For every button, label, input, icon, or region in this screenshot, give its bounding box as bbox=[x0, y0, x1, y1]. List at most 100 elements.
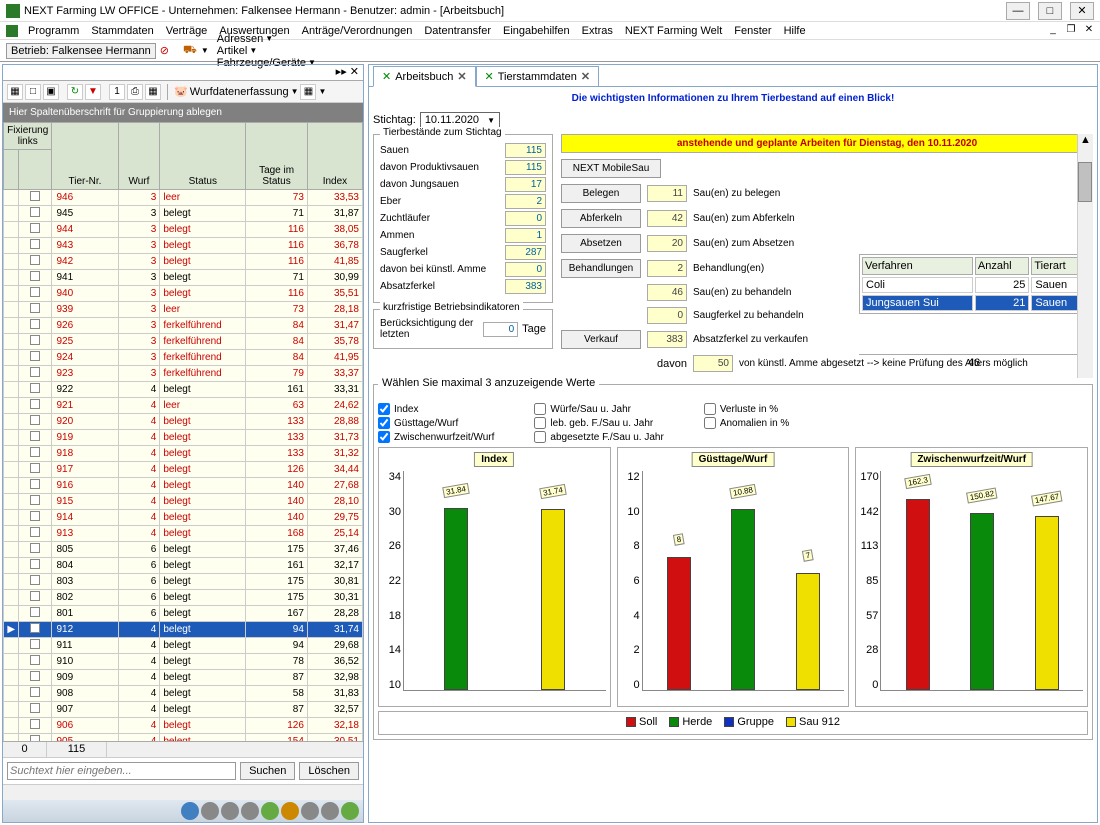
status-icon[interactable] bbox=[301, 802, 319, 820]
col-status[interactable]: Status bbox=[160, 123, 246, 190]
table-row[interactable]: 9104belegt7836,52 bbox=[4, 654, 363, 670]
action-Belegen[interactable]: Belegen bbox=[561, 184, 641, 203]
tb-btn-3[interactable]: ▣ bbox=[43, 84, 59, 100]
table-row[interactable]: 9433belegt11636,78 bbox=[4, 238, 363, 254]
table-row[interactable]: 9174belegt12634,44 bbox=[4, 462, 363, 478]
table-row[interactable]: 9443belegt11638,05 bbox=[4, 222, 363, 238]
status-icon[interactable] bbox=[341, 802, 359, 820]
table-row[interactable]: ▶ 9124belegt9431,74 bbox=[4, 622, 363, 638]
mdi-close-icon[interactable]: ✕ bbox=[1082, 24, 1096, 38]
export-icon[interactable]: ▦ bbox=[145, 84, 161, 100]
check-leb. geb. F./Sau u. Jahr[interactable]: leb. geb. F./Sau u. Jahr bbox=[534, 417, 663, 429]
dropdown-icon[interactable]: ▼ bbox=[318, 87, 326, 96]
v-scrollbar[interactable]: ▲ bbox=[1077, 134, 1093, 378]
check-Würfe/Sau u. Jahr[interactable]: Würfe/Sau u. Jahr bbox=[534, 403, 663, 415]
table-row[interactable]: 9094belegt8732,98 bbox=[4, 670, 363, 686]
check-Zwischenwurfzeit/Wurf[interactable]: Zwischenwurfzeit/Wurf bbox=[378, 431, 494, 443]
table-row[interactable]: 9204belegt13328,88 bbox=[4, 414, 363, 430]
col-tier[interactable]: Tier-Nr. bbox=[52, 123, 118, 190]
minimize-button[interactable]: — bbox=[1006, 2, 1030, 20]
col-tage[interactable]: Tage im Status bbox=[246, 123, 308, 190]
menu-Extras[interactable]: Extras bbox=[576, 24, 619, 38]
mdi-restore-icon[interactable]: ❐ bbox=[1064, 24, 1078, 38]
collapse-icon[interactable]: ▸▸ ✕ bbox=[336, 66, 359, 78]
status-icon[interactable] bbox=[221, 802, 239, 820]
table-row[interactable]: 9074belegt8732,57 bbox=[4, 702, 363, 718]
dropdown-icon[interactable]: ▼ bbox=[201, 46, 209, 55]
tb-btn-6[interactable]: 1 bbox=[109, 84, 125, 100]
tab-tierstammdaten[interactable]: ✕Tierstammdaten✕ bbox=[476, 66, 600, 86]
close-icon[interactable]: ✕ bbox=[581, 70, 590, 83]
table-row[interactable]: 9214leer6324,62 bbox=[4, 398, 363, 414]
clear-button[interactable]: Löschen bbox=[299, 762, 359, 780]
cancel-icon[interactable]: ⊘ bbox=[160, 44, 169, 57]
search-button[interactable]: Suchen bbox=[240, 762, 295, 780]
check-Anomalien in %[interactable]: Anomalien in % bbox=[704, 417, 789, 429]
check-Güsttage/Wurf[interactable]: Güsttage/Wurf bbox=[378, 417, 494, 429]
close-icon[interactable]: ✕ bbox=[457, 70, 466, 83]
table-row[interactable]: 9184belegt13331,32 bbox=[4, 446, 363, 462]
action-Absetzen[interactable]: Absetzen bbox=[561, 234, 641, 253]
date-picker[interactable]: 10.11.2020▼ bbox=[420, 112, 500, 128]
menu-NEXT Farming Welt[interactable]: NEXT Farming Welt bbox=[619, 24, 728, 38]
dd-Adressen[interactable]: Adressen ▼ bbox=[213, 33, 320, 45]
action-Verkauf[interactable]: Verkauf bbox=[561, 330, 641, 349]
table-row[interactable]: 9423belegt11641,85 bbox=[4, 254, 363, 270]
table-row[interactable]: 9224belegt16133,31 bbox=[4, 382, 363, 398]
table-row[interactable]: 9413belegt7130,99 bbox=[4, 270, 363, 286]
table-row[interactable]: Coli25Sauen bbox=[862, 277, 1086, 293]
status-icon[interactable] bbox=[201, 802, 219, 820]
table-row[interactable]: 9263ferkelführend8431,47 bbox=[4, 318, 363, 334]
table-row[interactable]: 9134belegt16825,14 bbox=[4, 526, 363, 542]
table-row[interactable]: 8046belegt16132,17 bbox=[4, 558, 363, 574]
tb-btn-1[interactable]: ▦ bbox=[7, 84, 23, 100]
table-row[interactable]: 8016belegt16728,28 bbox=[4, 606, 363, 622]
close-button[interactable]: ✕ bbox=[1070, 2, 1094, 20]
check-abgesetzte F./Sau u. Jahr[interactable]: abgesetzte F./Sau u. Jahr bbox=[534, 431, 663, 443]
table-row[interactable]: 9154belegt14028,10 bbox=[4, 494, 363, 510]
dropdown-icon[interactable]: ▼ bbox=[291, 87, 299, 96]
treatment-table[interactable]: VerfahrenAnzahlTierart Coli25SauenJungsa… bbox=[859, 254, 1089, 314]
menu-Datentransfer[interactable]: Datentransfer bbox=[418, 24, 497, 38]
status-icon[interactable] bbox=[281, 802, 299, 820]
table-row[interactable]: 9164belegt14027,68 bbox=[4, 478, 363, 494]
table-row[interactable]: 9084belegt5831,83 bbox=[4, 686, 363, 702]
table-row[interactable]: Jungsauen Sui21Sauen bbox=[862, 295, 1086, 311]
table-row[interactable]: 8026belegt17530,31 bbox=[4, 590, 363, 606]
status-icon[interactable] bbox=[321, 802, 339, 820]
table-row[interactable]: 8036belegt17530,81 bbox=[4, 574, 363, 590]
col-fix[interactable]: Fixierung links bbox=[4, 123, 52, 150]
table-row[interactable]: 9144belegt14029,75 bbox=[4, 510, 363, 526]
maximize-button[interactable]: □ bbox=[1038, 2, 1062, 20]
table-row[interactable]: 9253ferkelführend8435,78 bbox=[4, 334, 363, 350]
table-row[interactable]: 9114belegt9429,68 bbox=[4, 638, 363, 654]
status-icon[interactable] bbox=[241, 802, 259, 820]
tb-btn-2[interactable]: □ bbox=[25, 84, 41, 100]
menu-Eingabehilfen[interactable]: Eingabehilfen bbox=[497, 24, 576, 38]
table-row[interactable]: 9054belegt15430,51 bbox=[4, 734, 363, 742]
check-Index[interactable]: Index bbox=[378, 403, 494, 415]
table-row[interactable]: 8056belegt17537,46 bbox=[4, 542, 363, 558]
status-icon[interactable] bbox=[261, 802, 279, 820]
tb-btn-9[interactable]: ▦ bbox=[300, 84, 316, 100]
menu-Fenster[interactable]: Fenster bbox=[728, 24, 777, 38]
check-Verluste in %[interactable]: Verluste in % bbox=[704, 403, 789, 415]
table-row[interactable]: 9463leer7333,53 bbox=[4, 190, 363, 206]
animal-grid[interactable]: Fixierung links Tier-Nr. Wurf Status Tag… bbox=[3, 122, 363, 741]
print-icon[interactable]: ⎙ bbox=[127, 84, 143, 100]
action-Abferkeln[interactable]: Abferkeln bbox=[561, 209, 641, 228]
table-row[interactable]: 9243ferkelführend8441,95 bbox=[4, 350, 363, 366]
indik-value[interactable]: 0 bbox=[483, 322, 518, 337]
status-icon[interactable] bbox=[181, 802, 199, 820]
table-row[interactable]: 9393leer7328,18 bbox=[4, 302, 363, 318]
menu-Verträge[interactable]: Verträge bbox=[160, 24, 214, 38]
refresh-icon[interactable]: ↻ bbox=[67, 84, 83, 100]
tab-arbeitsbuch[interactable]: ✕Arbeitsbuch✕ bbox=[373, 66, 476, 87]
menu-Programm[interactable]: Programm bbox=[22, 24, 85, 38]
mdi-min-icon[interactable]: _ bbox=[1046, 24, 1060, 38]
tractor-icon[interactable]: ⛟ bbox=[183, 44, 197, 58]
h-scrollbar[interactable] bbox=[3, 784, 363, 800]
search-input[interactable] bbox=[7, 762, 236, 780]
table-row[interactable]: 9233ferkelführend7933,37 bbox=[4, 366, 363, 382]
menu-Hilfe[interactable]: Hilfe bbox=[778, 24, 812, 38]
